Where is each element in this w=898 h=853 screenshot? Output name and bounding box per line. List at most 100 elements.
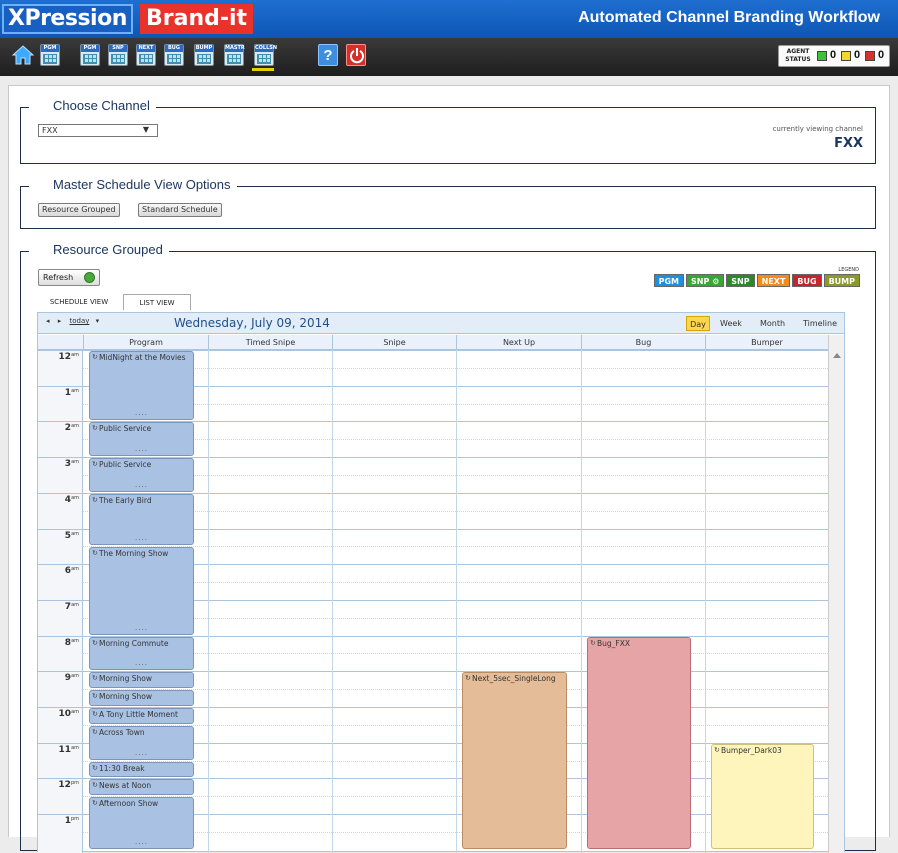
event-title: Bumper_Dark03 [721,745,782,755]
recurring-icon: ↻ [92,763,98,772]
schedule-event[interactable]: ↻ Across Town.... [89,725,194,760]
view-day-button[interactable]: Day [686,316,710,331]
schedule-event[interactable]: ↻ Next_5sec_SingleLong [462,672,567,849]
standard-schedule-button[interactable]: Standard Schedule [138,203,222,217]
channel-select[interactable]: FXX ▼ [38,124,158,137]
resize-handle[interactable]: .... [90,748,193,758]
recurring-icon: ↻ [92,353,98,361]
prev-arrow-icon[interactable]: ◂ [46,317,50,325]
event-title: Morning Show [99,674,152,684]
resize-handle[interactable]: .... [90,533,193,543]
toolbar-mastr-button[interactable]: MASTR [224,44,245,66]
yellow-count: 0 [854,49,861,61]
schedule-event[interactable]: ↻ Morning Show [89,672,194,689]
column-divider [581,350,582,853]
today-dropdown-icon[interactable]: ▾ [96,317,100,325]
legend-item-4: BUG [792,274,822,287]
schedule-event[interactable]: ↻ Bumper_Dark03 [711,743,814,849]
channel-select-value: FXX [42,126,58,135]
tab-list-view[interactable]: LIST VIEW [123,294,191,310]
column-divider [456,350,457,853]
resize-handle[interactable]: .... [90,658,193,668]
schedule-event[interactable]: ↻ The Morning Show.... [89,547,194,635]
column-divider [208,350,209,853]
resize-handle[interactable]: .... [90,408,193,418]
scroll-up-icon[interactable] [833,353,841,358]
hour-number: 12 [58,352,72,362]
main-content: Choose Channel FXX ▼ currently viewing ch… [8,85,890,853]
toolbar-next-button[interactable]: NEXT [136,44,156,66]
event-title: Public Service [99,424,152,434]
resize-handle[interactable]: .... [90,444,193,454]
main-toolbar: PGM PGM SNP NEXT BUG BUMP MASTR COLLSN ? [0,38,898,76]
schedule-event[interactable]: ↻ Morning Show [89,690,194,706]
time-label: 11am [38,745,82,755]
time-label: 3am [38,459,82,469]
agent-label: AGENT [786,48,810,55]
schedule-event[interactable]: ↻ 11:30 Break [89,761,194,778]
event-title: The Morning Show [99,549,169,559]
home-button[interactable] [12,44,34,66]
toolbar-collsn-button[interactable]: COLLSN [254,44,277,66]
schedule-event[interactable]: ↻ The Early Bird.... [89,493,194,546]
column-header-5: Bumper [705,335,828,350]
schedule-event[interactable]: ↻ Bug_FXX [587,636,691,849]
hour-number: 10 [58,709,72,719]
recurring-icon: ↻ [92,727,98,736]
legend-label: LEGEND [838,267,859,273]
refresh-button[interactable]: Refresh [38,269,100,286]
calendar-header: ◂ ▸ today ▾ Wednesday, July 09, 2014 Day… [38,313,844,334]
resize-handle[interactable]: .... [90,837,193,847]
toolbar-bump-label: BUMP [195,45,213,52]
home-icon [12,45,34,65]
schedule-event[interactable]: ↻ Afternoon Show.... [89,797,194,849]
power-button[interactable] [346,44,366,66]
hour-ampm: pm [70,780,79,787]
resize-handle[interactable]: .... [90,623,193,633]
schedule-event[interactable]: ↻ MidNight at the Movies.... [89,351,194,421]
column-header-1: Timed Snipe [208,335,332,350]
hour-number: 11 [58,744,72,755]
recurring-icon: ↻ [92,799,98,808]
legend-item-2: SNP [726,274,755,287]
today-link[interactable]: today [70,317,90,325]
toolbar-snp-label: SNP [109,45,127,52]
toolbar-bump-button[interactable]: BUMP [194,44,214,66]
resize-handle[interactable]: .... [90,480,193,490]
next-arrow-icon[interactable]: ▸ [58,317,62,325]
toolbar-pgm2-button[interactable]: PGM [80,44,100,66]
toolbar-pgm-button[interactable]: PGM [40,44,60,66]
schedule-event[interactable]: ↻ Public Service.... [89,458,194,492]
toolbar-snp-button[interactable]: SNP [108,44,128,66]
hour-ampm: am [71,459,79,466]
hour-ampm: am [71,601,79,608]
event-title: A Tony Little Moment [99,710,178,719]
resource-grouped-button[interactable]: Resource Grouped [38,203,120,217]
view-month-button[interactable]: Month [760,316,785,331]
resource-grouped-panel: Resource Grouped Refresh LEGEND PGM SNP ⚙… [20,242,876,853]
view-week-button[interactable]: Week [720,316,742,331]
schedule-event[interactable]: ↻ Morning Commute.... [89,636,194,671]
agent-status: AGENT STATUS 0 0 0 [778,45,890,67]
view-timeline-button[interactable]: Timeline [803,316,837,331]
schedule-event[interactable]: ↻ Public Service.... [89,422,194,457]
tab-schedule-view[interactable]: SCHEDULE VIEW [39,294,119,310]
schedule-event[interactable]: ↻ A Tony Little Moment [89,708,194,724]
toolbar-pgm-label: PGM [41,45,59,52]
column-header-4: Bug [581,335,705,350]
time-label: 1pm [38,816,82,826]
column-header-0: Program [83,335,208,350]
currently-viewing-value: FXX [834,136,863,151]
vertical-scrollbar[interactable] [828,335,844,853]
schedule-event[interactable]: ↻ News at Noon [89,779,194,796]
schedule-grid-icon [197,54,211,64]
toolbar-bug-button[interactable]: BUG [164,44,184,66]
recurring-icon: ↻ [590,638,596,647]
hour-ampm: am [71,423,79,430]
time-label: 12am [38,352,82,362]
column-headers: Program Timed Snipe Snipe Next Up Bug Bumper [38,335,828,350]
color-legend: PGM SNP ⚙ SNP NEXT BUG BUMP [653,274,860,287]
help-button[interactable]: ? [318,44,338,66]
logo-xpression: XPression [2,4,133,34]
logo-brand-it: Brand-it [140,4,254,34]
